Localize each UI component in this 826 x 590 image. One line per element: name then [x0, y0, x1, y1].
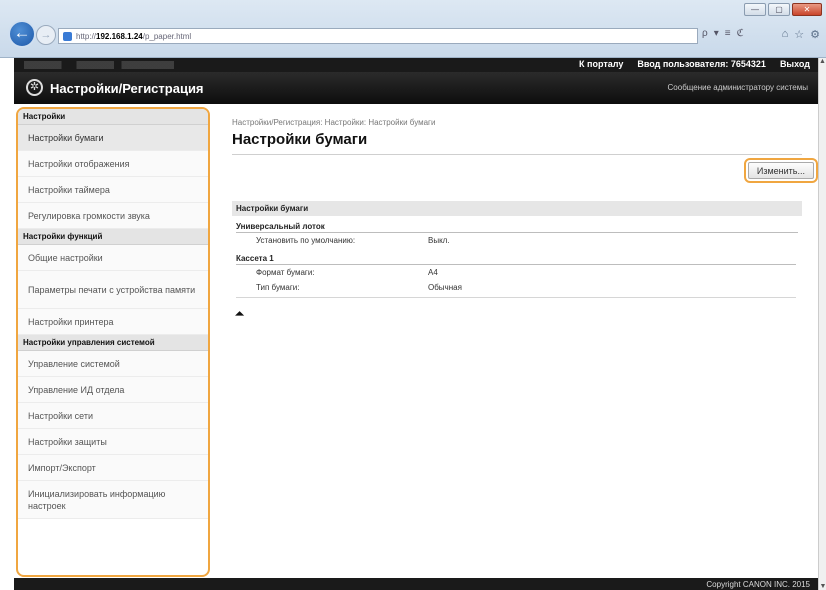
row-label: Тип бумаги: [256, 283, 300, 292]
page-favicon-icon [63, 31, 72, 41]
browser-toolbar-icons: ⌂ ☆ ⚙ [782, 28, 820, 41]
sidebar-item-general-settings[interactable]: Общие настройки [18, 245, 208, 271]
row-label: Формат бумаги: [256, 268, 315, 277]
compat-icon[interactable]: ≡ [725, 28, 731, 39]
sidebar-item-display-settings[interactable]: Настройки отображения [18, 151, 208, 177]
sidebar-item-timer-settings[interactable]: Настройки таймера [18, 177, 208, 203]
sidebar: Настройки Настройки бумаги Настройки ото… [16, 107, 210, 577]
edit-button[interactable]: Изменить... [747, 162, 814, 179]
forward-arrow-icon[interactable]: → [36, 25, 56, 45]
divider [236, 297, 796, 298]
sidebar-item-volume-settings[interactable]: Регулировка громкости звука [18, 203, 208, 229]
header-title: Настройки/Регистрация [50, 81, 204, 96]
back-to-top-icon[interactable]: ⏶ [235, 308, 802, 321]
sidebar-item-initialize-settings[interactable]: Инициализировать информацию настроек [18, 481, 208, 519]
section-title: Настройки бумаги [232, 201, 802, 216]
url-path: /p_paper.html [142, 31, 192, 41]
minimize-button[interactable]: — [744, 3, 766, 16]
sidebar-item-network-settings[interactable]: Настройки сети [18, 403, 208, 429]
copyright-text: Copyright CANON INC. 2015 [706, 580, 810, 589]
sidebar-section-system-management: Настройки управления системой [18, 335, 208, 351]
url-prefix: http:// [76, 31, 97, 41]
login-label: Ввод пользователя: [637, 59, 729, 69]
home-icon[interactable]: ⌂ [782, 28, 789, 41]
row-value: A4 [428, 268, 438, 277]
page-title: Настройки бумаги [232, 131, 802, 155]
settings-gear-icon: ✲ [26, 79, 43, 96]
sidebar-item-printer-settings[interactable]: Настройки принтера [18, 309, 208, 335]
maximize-button[interactable]: ▢ [768, 3, 790, 16]
address-tools: ρ ▾ ≡ ℭ [702, 28, 744, 39]
row-value: Обычная [428, 283, 462, 292]
row-value: Выкл. [428, 236, 450, 245]
sidebar-item-system-management[interactable]: Управление системой [18, 351, 208, 377]
favorites-star-icon[interactable]: ☆ [794, 28, 804, 41]
url-host: 192.168.1.24 [96, 31, 143, 41]
search-icon[interactable]: ρ [702, 28, 708, 39]
sidebar-item-security-settings[interactable]: Настройки защиты [18, 429, 208, 455]
close-window-button[interactable]: ✕ [792, 3, 822, 16]
table-row: Установить по умолчанию: Выкл. [232, 233, 802, 248]
page-header: ✲ Настройки/Регистрация Сообщение админи… [14, 72, 818, 104]
sidebar-section-settings: Настройки [18, 109, 208, 125]
browser-chrome: — ▢ ✕ ← → http:// 192.168.1.24 /p_paper.… [0, 0, 826, 58]
portal-link[interactable]: К порталу [579, 59, 623, 69]
device-name-logo [24, 61, 174, 69]
user-id: 7654321 [730, 59, 766, 69]
window-controls: — ▢ ✕ [744, 3, 822, 16]
footer: Copyright CANON INC. 2015 [14, 578, 818, 590]
gear-icon[interactable]: ⚙ [810, 28, 820, 41]
table-row: Формат бумаги: A4 [236, 264, 796, 280]
login-user-info: Ввод пользователя: 7654321 [637, 59, 766, 69]
sidebar-item-department-id-management[interactable]: Управление ИД отдела [18, 377, 208, 403]
breadcrumb: Настройки/Регистрация: Настройки: Настро… [232, 118, 436, 127]
top-bar: К порталу Ввод пользователя: 7654321 Вых… [14, 58, 818, 72]
table-row: Тип бумаги: Обычная [232, 280, 802, 295]
refresh-icon[interactable]: ℭ [737, 28, 744, 39]
edit-button-highlight: Изменить... [743, 158, 818, 183]
group-title-cassette-1: Кассета 1 [236, 254, 274, 263]
scroll-down-arrow-icon[interactable]: ▼ [819, 583, 826, 590]
address-bar[interactable]: http:// 192.168.1.24 /p_paper.html [58, 28, 698, 44]
scroll-up-arrow-icon[interactable]: ▲ [819, 58, 826, 65]
back-arrow-icon[interactable]: ← [8, 20, 36, 48]
sidebar-item-import-export[interactable]: Импорт/Экспорт [18, 455, 208, 481]
sidebar-item-memory-print-settings[interactable]: Параметры печати с устройства памяти [18, 271, 208, 309]
dropdown-icon[interactable]: ▾ [714, 28, 719, 39]
sidebar-section-function-settings: Настройки функций [18, 229, 208, 245]
admin-message-link[interactable]: Сообщение администратору системы [668, 83, 808, 92]
main-content: Настройки/Регистрация: Настройки: Настро… [232, 112, 818, 321]
row-label: Установить по умолчанию: [256, 236, 356, 245]
group-title-multipurpose-tray: Универсальный лоток [236, 222, 798, 233]
scrollbar[interactable]: ▲ ▼ [818, 58, 826, 590]
logout-link[interactable]: Выход [780, 59, 810, 69]
sidebar-item-paper-settings[interactable]: Настройки бумаги [18, 125, 208, 151]
